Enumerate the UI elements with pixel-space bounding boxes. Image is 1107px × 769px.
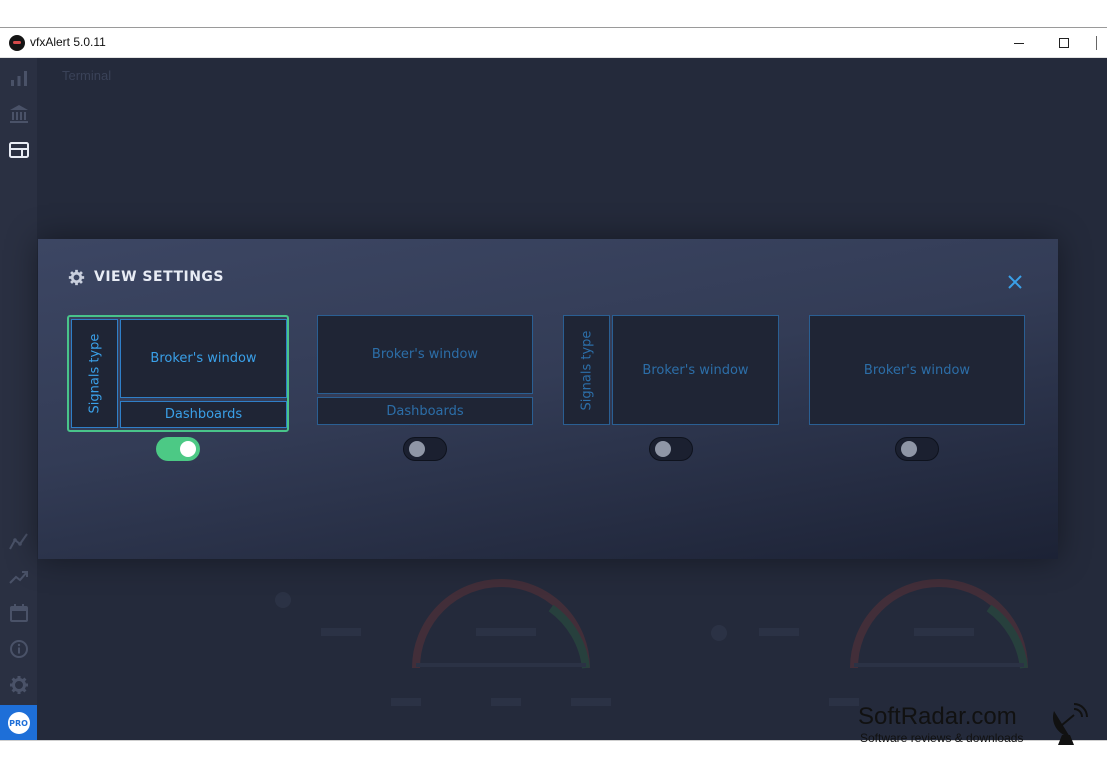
layout-preview[interactable]: Signals type Broker's window: [563, 315, 779, 425]
dashboards-label: Dashboards: [164, 407, 243, 422]
brokers-window-label: Broker's window: [863, 362, 971, 378]
sidebar-item-calendar[interactable]: [7, 601, 31, 625]
dashboards-panel: Dashboards: [317, 397, 533, 425]
gear-icon: [68, 269, 85, 285]
toggle-knob: [409, 441, 425, 457]
close-icon: [1096, 36, 1097, 50]
brokers-window-panel: Broker's window: [612, 315, 779, 425]
maximize-button[interactable]: [1041, 28, 1087, 58]
calendar-icon: [10, 604, 28, 622]
pro-badge: PRO: [7, 712, 30, 734]
layout-icon: [9, 142, 29, 158]
sidebar-item-settings[interactable]: [7, 673, 31, 697]
minimize-button[interactable]: [996, 28, 1042, 58]
modal-title: VIEW SETTINGS: [94, 269, 224, 285]
app-body: PRO Terminal VIEW SETTINGS Signals type …: [0, 58, 1107, 740]
bank-icon: [10, 105, 28, 123]
line-chart-icon: [9, 533, 28, 550]
app-logo-icon: [9, 35, 25, 51]
desktop-background: [0, 0, 1107, 27]
layout-option-4-toggle[interactable]: [895, 437, 939, 461]
layout-option-1-toggle[interactable]: [156, 437, 200, 461]
satellite-dish-icon: [1052, 703, 1088, 745]
layout-preview[interactable]: Broker's window Dashboards: [317, 315, 533, 425]
brokers-window-label: Broker's window: [642, 362, 749, 378]
watermark-name: SoftRadar.com: [858, 703, 1017, 730]
brokers-window-label: Broker's window: [371, 347, 479, 362]
sidebar: PRO: [0, 58, 37, 740]
gear-icon: [10, 676, 28, 694]
brokers-window-label: Broker's window: [150, 351, 257, 366]
sidebar-item-charts[interactable]: [7, 529, 31, 553]
signals-type-panel: Signals type: [71, 319, 118, 428]
brokers-window-panel: Broker's window: [809, 315, 1025, 425]
dashboards-label: Dashboards: [386, 403, 464, 419]
info-icon: [10, 640, 28, 658]
view-settings-modal: VIEW SETTINGS Signals type Broker's wind…: [38, 239, 1058, 559]
layout-preview[interactable]: Signals type Broker's window Dashboards: [67, 315, 289, 432]
close-icon: [1008, 275, 1022, 289]
trending-up-icon: [9, 571, 28, 584]
watermark: SoftRadar.com Software reviews & downloa…: [858, 703, 1098, 748]
signals-type-panel: Signals type: [563, 315, 610, 425]
sidebar-item-trends[interactable]: [7, 565, 31, 589]
page-title: Terminal: [62, 68, 112, 83]
modal-close-button[interactable]: [1006, 273, 1024, 291]
brokers-window-panel: Broker's window: [120, 319, 287, 398]
close-window-button[interactable]: [1086, 28, 1107, 58]
dashboards-panel: Dashboards: [120, 401, 287, 428]
brokers-window-panel: Broker's window: [317, 315, 533, 394]
modal-header: VIEW SETTINGS: [68, 267, 224, 287]
sidebar-item-pro[interactable]: PRO: [0, 705, 37, 740]
maximize-icon: [1059, 38, 1069, 48]
sidebar-item-statistics[interactable]: [7, 66, 31, 90]
layout-preview[interactable]: Broker's window: [809, 315, 1025, 425]
bar-chart-icon: [11, 71, 27, 86]
toggle-knob: [180, 441, 196, 457]
toggle-knob: [901, 441, 917, 457]
window-title: vfxAlert 5.0.11: [30, 35, 106, 49]
signals-type-label: Signals type: [87, 333, 103, 414]
app-window: vfxAlert 5.0.11 PRO Terminal VIEW SETTIN…: [0, 27, 1107, 740]
toggle-knob: [655, 441, 671, 457]
sidebar-item-view-settings[interactable]: [7, 138, 31, 162]
background-dashboard: [261, 558, 681, 740]
watermark-tagline: Software reviews & downloads: [860, 731, 1024, 745]
layout-option-2-toggle[interactable]: [403, 437, 447, 461]
gauge-graphic: [275, 579, 611, 706]
minimize-icon: [1014, 42, 1024, 44]
signals-type-label: Signals type: [579, 330, 595, 410]
layout-option-3-toggle[interactable]: [649, 437, 693, 461]
sidebar-item-info[interactable]: [7, 637, 31, 661]
title-bar: vfxAlert 5.0.11: [0, 28, 1107, 58]
sidebar-item-brokers[interactable]: [7, 102, 31, 126]
